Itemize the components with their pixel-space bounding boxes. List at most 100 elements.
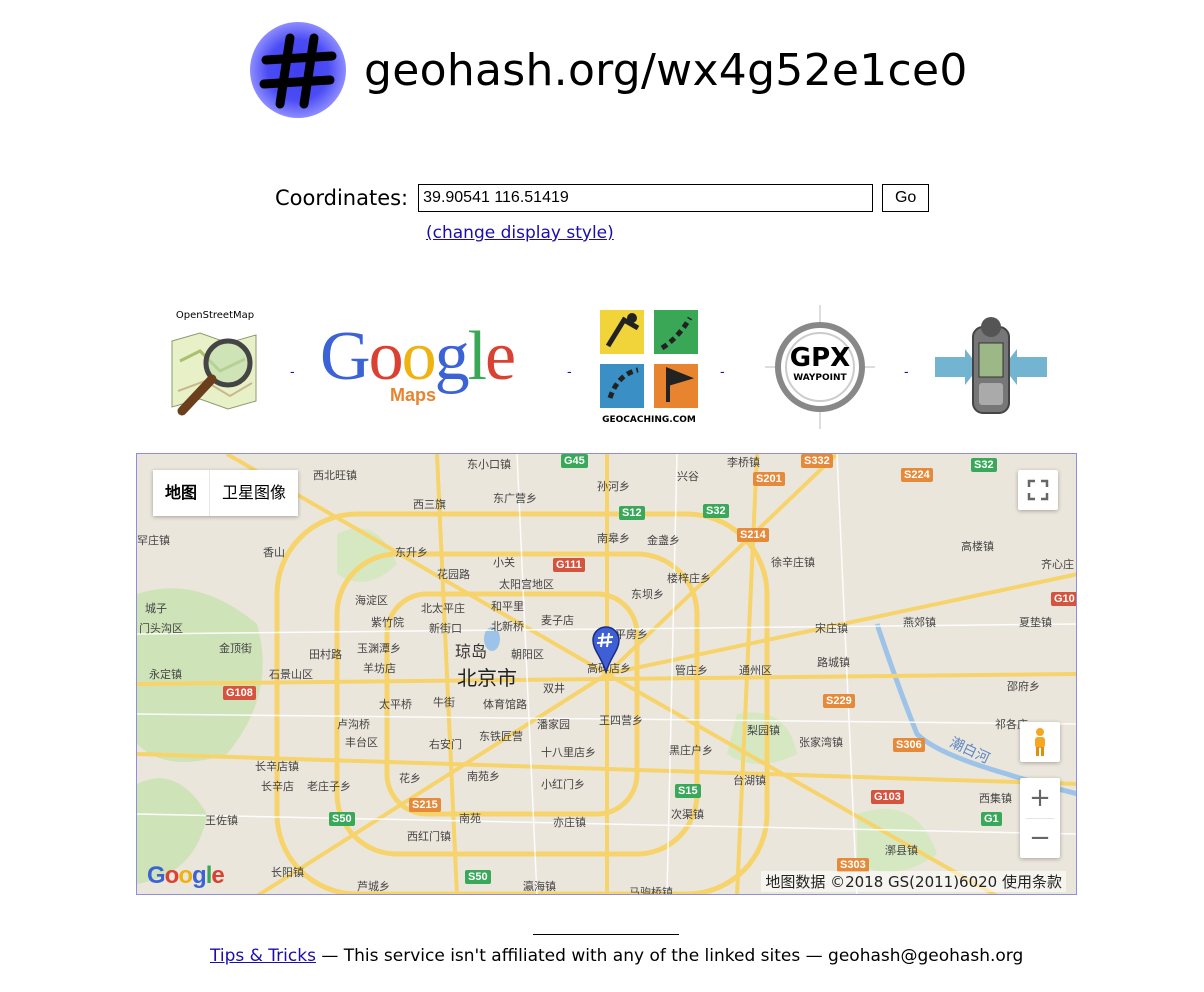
google-maps-sub: Maps	[390, 385, 437, 405]
map-place-label: 永定镇	[149, 668, 182, 681]
service-links: OpenStreetMap - Google Maps - GEOCACHING…	[160, 305, 1060, 430]
highway-shield: S50	[465, 870, 491, 884]
map-place-label: 紫竹院	[371, 616, 404, 629]
map-place-label: 高楼镇	[961, 540, 994, 553]
map-place-label: 潘家园	[537, 718, 570, 731]
map-place-label: 漷县镇	[885, 844, 918, 857]
highway-shield: S303	[837, 858, 869, 872]
footer-text: — This service isn't affiliated with any…	[315, 946, 1024, 966]
highway-shield: S224	[901, 468, 933, 482]
map-place-label: 夏垫镇	[1019, 616, 1052, 629]
map-place-label: 小关	[493, 556, 515, 569]
map-type-roadmap[interactable]: 地图	[153, 470, 211, 516]
map-place-label: 齐心庄	[1041, 558, 1074, 571]
map-place-label: 城子	[145, 602, 167, 615]
map-place-label: 羊坊店	[363, 662, 396, 675]
map-attribution[interactable]: 地图数据 ©2018 GS(2011)6020 使用条款	[761, 871, 1066, 892]
footer-divider	[533, 934, 679, 935]
go-button[interactable]: Go	[882, 184, 930, 212]
map-place-label: 东铁匠营	[479, 730, 523, 743]
map-place-label: 花乡	[399, 772, 421, 785]
map-place-label: 新街口	[429, 622, 462, 635]
fullscreen-icon	[1027, 479, 1049, 501]
map-place-label: 马驹桥镇	[629, 886, 673, 895]
gpx-waypoint-link[interactable]: GPX WAYPOINT	[765, 305, 875, 429]
tips-and-tricks-link[interactable]: Tips & Tricks	[210, 946, 316, 966]
separator: -	[567, 363, 572, 379]
map-place-label: 东小口镇	[467, 458, 511, 471]
highway-shield: S306	[893, 738, 925, 752]
highway-shield: G10	[1051, 592, 1076, 606]
map-place-label: 卢沟桥	[337, 718, 370, 731]
highway-shield: S15	[675, 784, 701, 798]
map-place-label: 玉渊潭乡	[357, 642, 401, 655]
map-place-label: 梨园镇	[747, 724, 780, 737]
map-place-label: 路城镇	[817, 656, 850, 669]
map-place-label: 北太平庄	[421, 602, 465, 615]
highway-shield: G108	[223, 686, 256, 700]
highway-shield: S50	[329, 812, 355, 826]
map-place-label: 麦子店	[541, 614, 574, 627]
hash-logo-icon[interactable]	[250, 22, 346, 118]
waypoint-label: WAYPOINT	[793, 373, 847, 383]
map-place-label: 东广营乡	[493, 492, 537, 505]
map-place-label: 长辛店	[261, 780, 294, 793]
street-view-button[interactable]	[1020, 722, 1060, 762]
highway-shield: S229	[823, 694, 855, 708]
highway-shield: G111	[553, 558, 585, 572]
map-place-label: 宋庄镇	[815, 622, 848, 635]
geocaching-link[interactable]: GEOCACHING.COM	[598, 308, 700, 426]
fullscreen-button[interactable]	[1018, 470, 1058, 510]
geocaching-caption: GEOCACHING.COM	[602, 415, 696, 425]
openstreetmap-link[interactable]: OpenStreetMap	[160, 310, 270, 422]
map-type-control: 地图 卫星图像	[153, 470, 299, 516]
map-place-label: 通州区	[739, 664, 772, 677]
map-place-label: 香山	[263, 546, 285, 559]
location-marker-icon[interactable]	[591, 626, 621, 674]
coordinates-form: Coordinates: Go	[275, 184, 930, 212]
geocaching-icon	[600, 310, 698, 408]
site-header: geohash.org/wx4g52e1ce0	[250, 22, 968, 118]
map-place-label: 西集镇	[979, 792, 1012, 805]
map-city-label: 北京市	[457, 666, 517, 690]
highway-shield: G103	[871, 790, 904, 804]
map-place-label: 东升乡	[395, 546, 428, 559]
map-place-label: 太阳宫地区	[499, 578, 554, 591]
map-place-label: 兴谷	[677, 470, 699, 483]
coordinates-label: Coordinates:	[275, 186, 409, 210]
map-place-label: 北新桥	[491, 620, 524, 633]
highway-shield: G1	[981, 812, 1002, 826]
zoom-out-button[interactable]: −	[1020, 818, 1060, 858]
map-place-label: 次渠镇	[671, 808, 704, 821]
map-district-label: 琼岛	[455, 642, 488, 661]
map-place-label: 张家湾镇	[799, 736, 843, 749]
google-maps-link[interactable]: Google Maps	[320, 321, 550, 411]
zoom-in-button[interactable]: +	[1020, 778, 1060, 818]
highway-shield: S215	[409, 798, 441, 812]
map-place-label: 门头沟区	[139, 622, 183, 635]
google-watermark: Google	[147, 862, 225, 889]
map-place-label: 王佐镇	[205, 814, 238, 827]
pegman-icon	[1035, 728, 1045, 756]
map-place-label: 金顶街	[219, 642, 252, 655]
page-title: geohash.org/wx4g52e1ce0	[364, 44, 968, 96]
gps-device-link[interactable]	[935, 313, 1047, 417]
map-place-label: 右安门	[429, 738, 462, 751]
map-place-label: 燕郊镇	[903, 616, 936, 629]
map-place-label: 十八里店乡	[541, 746, 596, 759]
map-place-label: 太平桥	[379, 698, 412, 711]
map-place-label: 海淀区	[355, 594, 388, 607]
coordinates-input[interactable]	[418, 184, 874, 212]
map-place-label: 南苑	[459, 812, 481, 825]
map-view[interactable]: 北京市 琼岛 西北旺镇 东小口镇 西三旗 东广营乡 孙河乡 兴谷 李桥镇 罕庄镇…	[136, 453, 1077, 895]
map-type-satellite[interactable]: 卫星图像	[210, 470, 298, 516]
map-place-label: 丰台区	[345, 736, 378, 749]
map-place-label: 邵府乡	[1007, 680, 1040, 693]
map-place-label: 长辛店镇	[255, 760, 299, 773]
zoom-control: + −	[1020, 778, 1060, 858]
separator: -	[290, 363, 295, 379]
separator: -	[904, 363, 909, 379]
highway-shield: G45	[561, 454, 588, 468]
map-place-label: 朝阳区	[511, 648, 544, 661]
change-display-style-link[interactable]: (change display style)	[426, 223, 614, 243]
